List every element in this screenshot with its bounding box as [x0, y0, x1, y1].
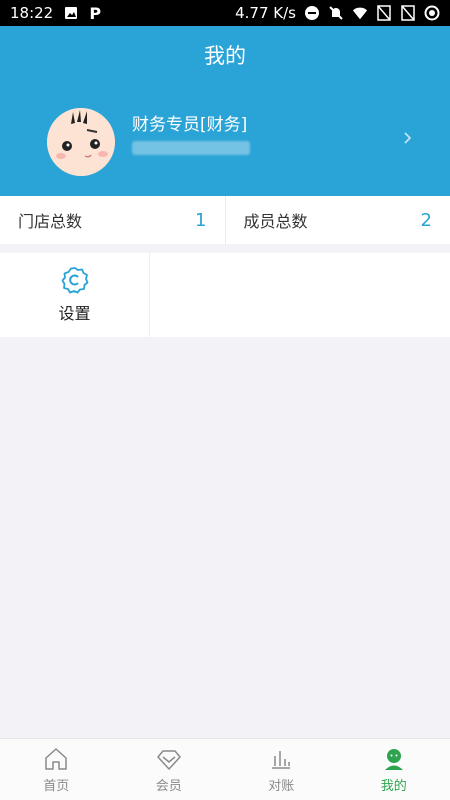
- avatar-face-icon[interactable]: [47, 108, 115, 176]
- grid-item-label: 设置: [58, 304, 91, 323]
- profile-header: 我的 财务专员[财务]: [0, 26, 450, 196]
- page-title: 我的: [204, 44, 246, 68]
- tab-members[interactable]: 会员: [113, 739, 226, 800]
- p-icon: P: [89, 3, 102, 23]
- status-time: 18:22: [10, 4, 54, 22]
- grid-item-settings[interactable]: 设置: [0, 253, 150, 337]
- profile-subtitle-blurred: [132, 141, 250, 155]
- chevron-right-icon[interactable]: [400, 130, 414, 146]
- stats-row: 门店总数 1 成员总数 2: [0, 196, 450, 244]
- bell-off-icon: [328, 5, 344, 21]
- tab-label: 对账: [268, 778, 295, 794]
- tab-home[interactable]: 首页: [0, 739, 113, 800]
- status-bar: 18:22 P 4.77 K/s: [0, 0, 450, 26]
- home-icon: [43, 746, 69, 772]
- stat-value: 1: [195, 209, 207, 231]
- stat-stores[interactable]: 门店总数 1: [0, 196, 225, 244]
- stat-members[interactable]: 成员总数 2: [224, 196, 450, 244]
- stat-label: 成员总数: [243, 212, 308, 231]
- settings-icon: [61, 266, 89, 294]
- tab-label: 首页: [43, 778, 70, 794]
- dnd-icon: [304, 5, 320, 21]
- bar-chart-icon: [268, 746, 294, 772]
- stat-value: 2: [420, 209, 432, 231]
- tab-mine[interactable]: 我的: [338, 739, 450, 800]
- no-sim-icon: [376, 5, 392, 21]
- profile-name[interactable]: 财务专员[财务]: [132, 110, 247, 135]
- no-sim-icon: [400, 5, 416, 21]
- bottom-tab-bar: 首页 会员 对账 我的: [0, 738, 450, 800]
- image-icon: [63, 5, 79, 21]
- tab-label: 我的: [380, 778, 407, 794]
- user-icon: [381, 746, 407, 772]
- wifi-icon: [352, 5, 368, 21]
- function-grid: 设置: [0, 253, 450, 337]
- tab-label: 会员: [155, 778, 182, 794]
- network-speed: 4.77 K/s: [235, 4, 296, 22]
- diamond-icon: [156, 746, 182, 772]
- stat-label: 门店总数: [18, 212, 83, 231]
- tab-reconciliation[interactable]: 对账: [225, 739, 338, 800]
- data-saver-icon: [424, 5, 440, 21]
